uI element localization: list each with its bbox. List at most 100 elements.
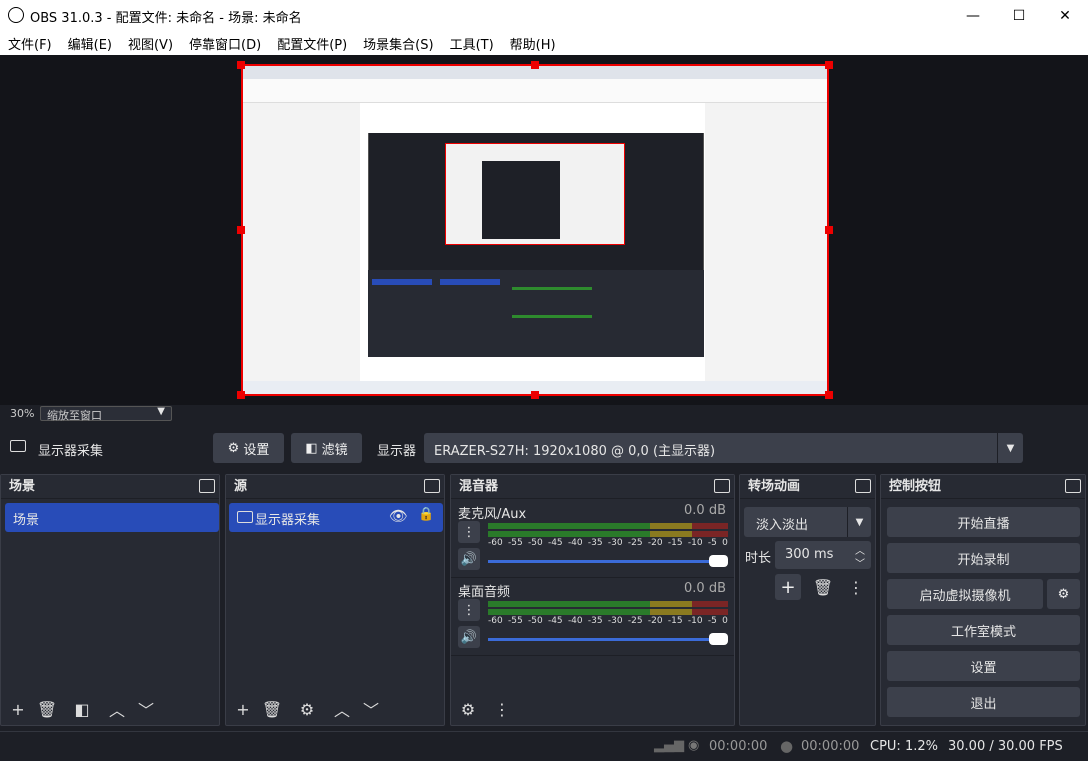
scale-tick: -20 — [647, 538, 663, 548]
gear-icon[interactable]: ⚙ — [294, 697, 320, 721]
add-icon[interactable]: + — [5, 697, 31, 721]
level-meter-yellow — [650, 601, 692, 607]
resize-handle[interactable] — [531, 61, 539, 69]
scale-tick: -55 — [507, 538, 523, 548]
move-down-icon[interactable]: ﹀ — [133, 697, 159, 721]
gear-icon[interactable]: ⚙ — [1047, 579, 1080, 609]
add-icon[interactable]: + — [230, 697, 256, 721]
resize-handle[interactable] — [825, 61, 833, 69]
scenes-title: 场景 — [9, 479, 36, 494]
settings-button[interactable]: 设置 — [887, 651, 1080, 681]
level-meter-green — [488, 601, 650, 607]
mixer-dock: 混音器 麦克风/Aux 0.0 dB ⋮ 🔊 -60 -55 -50 -45 -40 -3… — [450, 474, 735, 726]
source-settings-button[interactable]: ⚙ 设置 — [213, 433, 284, 463]
volume-slider-handle[interactable] — [709, 633, 728, 645]
more-options-icon[interactable]: ⋮ — [489, 697, 515, 721]
title-bar: OBS 31.0.3 - 配置文件: 未命名 - 场景: 未命名 — ☐ ✕ — [0, 0, 1088, 31]
zoom-bar: 30% 缩放至窗口 ▼ — [0, 405, 1088, 423]
chevron-down-icon[interactable]: ﹀ — [855, 555, 865, 570]
transition-type: 淡入淡出 — [756, 518, 809, 533]
scale-tick: -5 — [707, 538, 717, 548]
exit-button[interactable]: 退出 — [887, 687, 1080, 717]
menu-file[interactable]: 文件(F) — [0, 34, 60, 53]
record-time: 00:00:00 — [801, 739, 860, 754]
volume-slider-handle[interactable] — [709, 555, 728, 567]
lock-icon[interactable]: 🔒 — [418, 507, 434, 522]
minimize-button[interactable]: — — [950, 0, 996, 31]
resize-handle[interactable] — [531, 391, 539, 399]
zoom-percent: 30% — [10, 407, 35, 420]
speaker-icon[interactable]: 🔊 — [458, 548, 480, 570]
speaker-icon[interactable]: 🔊 — [458, 626, 480, 648]
gear-icon: ⚙ — [227, 440, 240, 456]
transition-select[interactable]: 淡入淡出 ▼ — [744, 507, 871, 537]
menu-help[interactable]: 帮助(H) — [502, 34, 564, 53]
filter-icon: ◧ — [305, 440, 318, 456]
popout-icon[interactable] — [1065, 479, 1081, 493]
start-virtual-camera-button[interactable]: 启动虚拟摄像机 — [887, 579, 1043, 609]
popout-icon[interactable] — [199, 479, 215, 493]
volume-slider[interactable] — [488, 638, 728, 641]
filters-button[interactable]: ◧ 滤镜 — [291, 433, 362, 463]
menu-scene-collection[interactable]: 场景集合(S) — [355, 34, 441, 53]
zoom-mode-label: 缩放至窗口 — [47, 409, 102, 422]
scale-tick: -60 — [488, 616, 503, 626]
filter-icon[interactable]: ◧ — [69, 697, 95, 721]
transitions-title: 转场动画 — [748, 479, 801, 494]
resize-handle[interactable] — [237, 391, 245, 399]
close-button[interactable]: ✕ — [1042, 0, 1088, 31]
source-toolbar: 显示器采集 ⚙ 设置 ◧ 滤镜 显示器 ERAZER-S27H: 1920x1080… — [0, 430, 1088, 466]
source-selection-box[interactable] — [241, 64, 829, 396]
menu-edit[interactable]: 编辑(E) — [60, 34, 120, 53]
menu-tools[interactable]: 工具(T) — [442, 34, 502, 53]
scale-tick: -40 — [567, 616, 583, 626]
scale-tick: -10 — [687, 616, 703, 626]
channel-menu-button[interactable]: ⋮ — [458, 521, 480, 543]
sources-dock: 源 显示器采集 👁 🔒 + 🗑 ⚙ ︿ ﹀ — [225, 474, 445, 726]
popout-icon[interactable] — [424, 479, 440, 493]
add-transition-button[interactable]: + — [775, 574, 801, 600]
scene-item-label: 场景 — [13, 513, 40, 528]
resize-handle[interactable] — [237, 61, 245, 69]
scene-item[interactable]: 场景 — [5, 503, 219, 532]
gear-icon[interactable]: ⚙ — [455, 697, 481, 721]
channel-menu-button[interactable]: ⋮ — [458, 599, 480, 621]
source-name: 显示器采集 — [38, 444, 104, 459]
display-select[interactable]: ERAZER-S27H: 1920x1080 @ 0,0 (主显示器) ▼ — [424, 433, 1023, 463]
controls-header: 控制按钮 — [881, 475, 1085, 499]
duration-value: 300 ms — [785, 547, 834, 562]
display-label: 显示器 — [377, 444, 417, 459]
move-up-icon[interactable]: ︿ — [104, 697, 130, 721]
transitions-dock: 转场动画 淡入淡出 ▼ 时长 300 ms ︿ ﹀ + 🗑 ⋮ — [739, 474, 876, 726]
duration-spinbox[interactable]: 300 ms ︿ ﹀ — [775, 541, 871, 570]
sources-header: 源 — [226, 475, 444, 499]
studio-mode-button[interactable]: 工作室模式 — [887, 615, 1080, 645]
popout-icon[interactable] — [855, 479, 871, 493]
menu-docks[interactable]: 停靠窗口(D) — [181, 34, 269, 53]
trash-icon[interactable]: 🗑 — [810, 575, 836, 599]
start-recording-button[interactable]: 开始录制 — [887, 543, 1080, 573]
volume-slider[interactable] — [488, 560, 728, 563]
scenes-header: 场景 — [1, 475, 219, 499]
resize-handle[interactable] — [825, 226, 833, 234]
level-meter-green — [488, 531, 650, 537]
menu-profile[interactable]: 配置文件(P) — [269, 34, 355, 53]
window-title: OBS 31.0.3 - 配置文件: 未命名 - 场景: 未命名 — [30, 11, 302, 26]
popout-icon[interactable] — [714, 479, 730, 493]
source-item-label: 显示器采集 — [255, 513, 321, 528]
level-meter-red — [692, 609, 728, 615]
menu-view[interactable]: 视图(V) — [120, 34, 181, 53]
start-streaming-button[interactable]: 开始直播 — [887, 507, 1080, 537]
resize-handle[interactable] — [237, 226, 245, 234]
more-options-icon[interactable]: ⋮ — [843, 575, 869, 599]
transitions-header: 转场动画 — [740, 475, 875, 499]
zoom-mode-select[interactable]: 缩放至窗口 ▼ — [40, 406, 172, 422]
eye-icon[interactable]: 👁 — [389, 507, 408, 525]
source-item[interactable]: 显示器采集 👁 🔒 — [229, 503, 443, 532]
trash-icon[interactable]: 🗑 — [259, 697, 285, 721]
resize-handle[interactable] — [825, 391, 833, 399]
trash-icon[interactable]: 🗑 — [34, 697, 60, 721]
maximize-button[interactable]: ☐ — [996, 0, 1042, 31]
move-up-icon[interactable]: ︿ — [329, 697, 355, 721]
move-down-icon[interactable]: ﹀ — [358, 697, 384, 721]
